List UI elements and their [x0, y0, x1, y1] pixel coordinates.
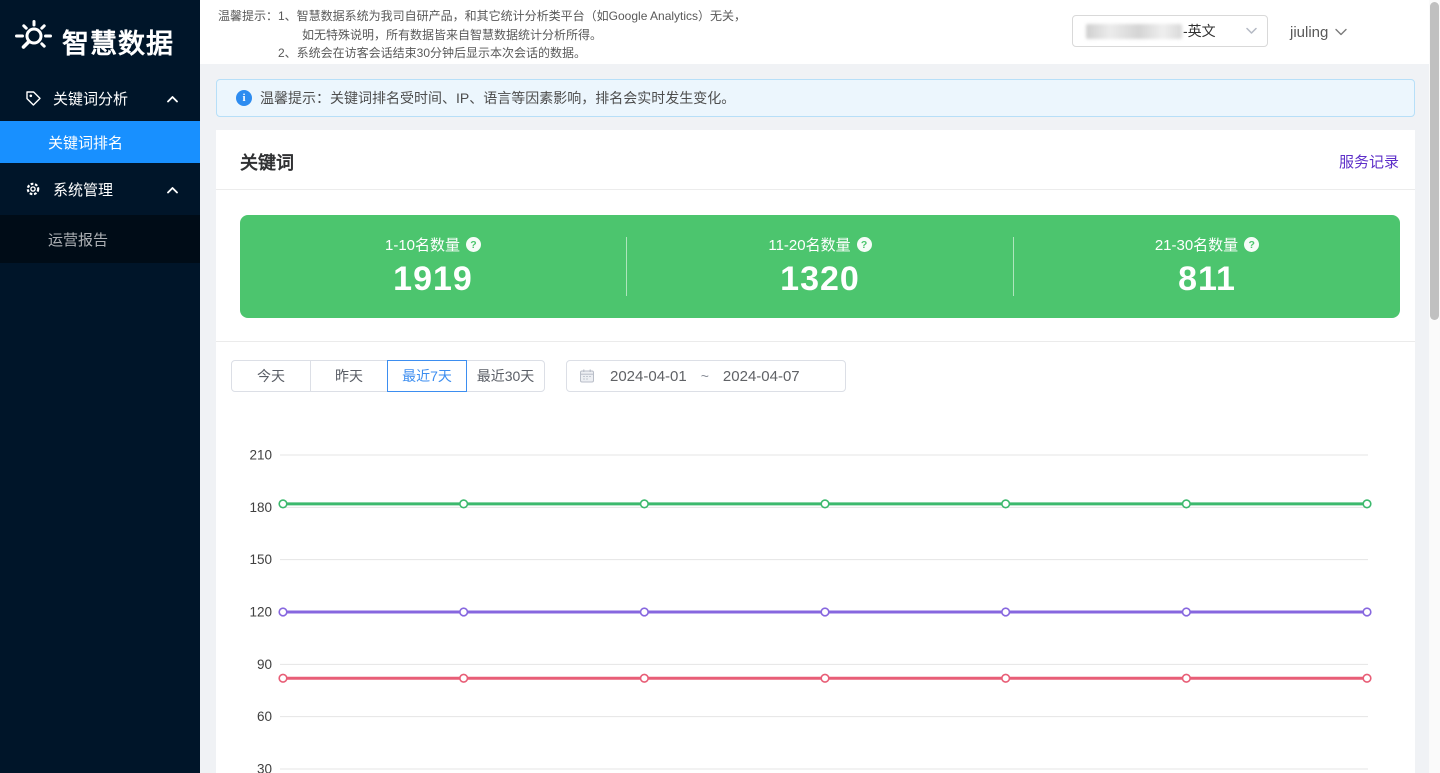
notice-line-2: 如无特殊说明，所有数据皆来自智慧数据统计分析所得。 [218, 26, 746, 45]
redacted-site-name [1086, 24, 1182, 39]
sidebar-item-keyword-ranking[interactable]: 关键词排名 [0, 121, 200, 163]
range-button-yesterday[interactable]: 昨天 [310, 360, 388, 392]
top-header: 温馨提示：1、智慧数据系统为我司自研产品，和其它统计分析类平台（如Google … [200, 0, 1440, 64]
question-circle-icon[interactable]: ? [857, 237, 872, 252]
sidebar-item-system-management[interactable]: 系统管理 [0, 168, 200, 210]
scrollbar-track [1429, 0, 1440, 773]
app-logo[interactable]: 智慧数据 [0, 0, 200, 68]
site-select-value-suffix: -英文 [1183, 21, 1216, 41]
divider [216, 341, 1415, 342]
chevron-down-icon [1246, 27, 1257, 35]
stat-label: 11-20名数量 [768, 234, 850, 255]
rank-trend-chart[interactable]: 210 180 150 120 90 60 30 [240, 430, 1380, 773]
svg-text:30: 30 [257, 761, 272, 773]
tip-alert: i 温馨提示：关键词排名受时间、IP、语言等因素影响，排名会实时发生变化。 [216, 79, 1415, 117]
stat-rank-11-20: 11-20名数量 ? 1320 [627, 215, 1013, 318]
page-title: 关键词 [240, 149, 294, 175]
question-circle-icon[interactable]: ? [1244, 237, 1259, 252]
sidebar-item-label: 运营报告 [48, 229, 108, 250]
sidebar-item-label: 关键词分析 [53, 88, 167, 109]
stat-value: 1919 [393, 260, 473, 299]
svg-text:60: 60 [257, 709, 272, 724]
calendar-icon [579, 368, 595, 384]
keyword-card: 关键词 服务记录 1-10名数量 ? 1919 11-20名数量 ? 1320 [216, 130, 1415, 773]
username: jiuling [1290, 24, 1328, 41]
notice-line-1: 温馨提示：1、智慧数据系统为我司自研产品，和其它统计分析类平台（如Google … [218, 7, 746, 26]
question-circle-icon[interactable]: ? [466, 237, 481, 252]
svg-text:120: 120 [249, 604, 272, 619]
range-button-last-30-days[interactable]: 最近30天 [466, 360, 545, 392]
logo-text: 智慧数据 [62, 22, 174, 61]
notice-line-3: 2、系统会在访客会话结束30分钟后显示本次会话的数据。 [218, 44, 746, 63]
sidebar-item-keyword-analysis[interactable]: 关键词分析 [0, 77, 200, 119]
page: 智慧数据 关键词分析 关键词排名 系 [0, 0, 1440, 773]
tag-icon [25, 90, 41, 106]
scrollbar-thumb[interactable] [1430, 2, 1439, 320]
sidebar: 智慧数据 关键词分析 关键词排名 系 [0, 0, 200, 773]
svg-text:210: 210 [249, 448, 272, 463]
tip-alert-text: 温馨提示：关键词排名受时间、IP、语言等因素影响，排名会实时发生变化。 [260, 88, 735, 108]
stat-rank-1-10: 1-10名数量 ? 1919 [240, 215, 626, 318]
site-select-dropdown[interactable]: -英文 [1072, 15, 1268, 47]
chevron-up-icon [167, 181, 178, 198]
date-range-end: 2024-04-07 [723, 368, 800, 385]
date-range-separator: ~ [701, 368, 709, 384]
chevron-up-icon [167, 90, 178, 107]
user-menu[interactable]: jiuling [1290, 0, 1347, 64]
chevron-down-icon [1335, 23, 1347, 41]
system-notice: 温馨提示：1、智慧数据系统为我司自研产品，和其它统计分析类平台（如Google … [218, 7, 746, 63]
stat-value: 1320 [780, 260, 860, 299]
stat-value: 811 [1178, 260, 1236, 299]
sidebar-item-label: 关键词排名 [48, 132, 123, 153]
keyword-card-header: 关键词 服务记录 [216, 130, 1415, 190]
stat-rank-21-30: 21-30名数量 ? 811 [1014, 215, 1400, 318]
range-button-today[interactable]: 今天 [231, 360, 311, 392]
info-icon: i [236, 90, 252, 106]
service-records-link[interactable]: 服务记录 [1339, 151, 1399, 172]
sidebar-item-label: 系统管理 [53, 179, 167, 200]
rank-stats-banner: 1-10名数量 ? 1919 11-20名数量 ? 1320 21-30名数量 … [240, 215, 1400, 318]
svg-text:180: 180 [249, 500, 272, 515]
logo-search-sun-icon [12, 18, 54, 65]
rank-trend-chart-svg: 210 180 150 120 90 60 30 [240, 430, 1380, 773]
stat-label: 1-10名数量 [385, 234, 460, 255]
range-button-last-7-days[interactable]: 最近7天 [387, 360, 467, 392]
stat-label: 21-30名数量 [1155, 234, 1238, 255]
gear-icon [25, 181, 41, 197]
date-range-start: 2024-04-01 [610, 368, 687, 385]
svg-text:150: 150 [249, 552, 272, 567]
quick-range-button-group: 今天 昨天 最近7天 最近30天 [231, 360, 545, 392]
sidebar-item-operation-report[interactable]: 运营报告 [0, 215, 200, 263]
svg-text:90: 90 [257, 657, 272, 672]
date-range-picker[interactable]: 2024-04-01 ~ 2024-04-07 [566, 360, 846, 392]
